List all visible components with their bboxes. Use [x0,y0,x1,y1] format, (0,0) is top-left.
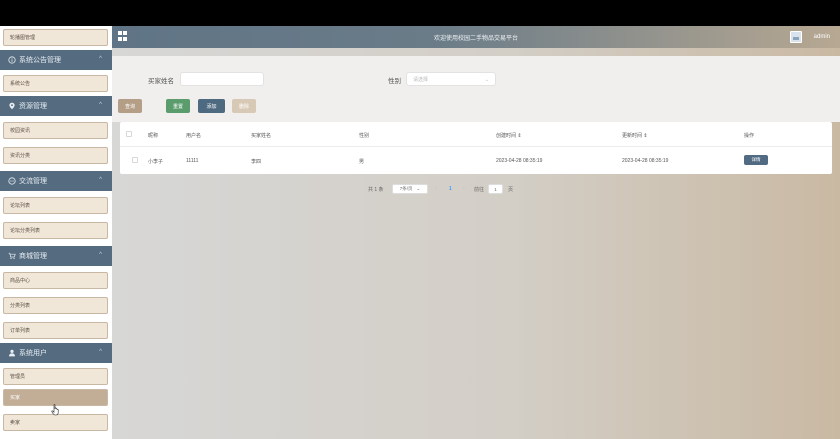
goto-label: 前往 [474,186,485,193]
sidebar-group-label: 资源管理 [19,103,47,110]
chevron-up-icon: ^ [99,349,102,355]
sidebar-group-label: 商城管理 [19,253,47,260]
sidebar-item-news-category[interactable]: 资讯分类 [3,147,108,164]
info-circle-icon [8,56,16,64]
sidebar-item-system-notice[interactable]: 系统公告 [3,75,108,92]
cell-created-time: 2023-04-28 08:35:19 [496,158,543,164]
chevron-up-icon: ^ [99,56,102,62]
sidebar-item-forum-category-list[interactable]: 论坛分类列表 [3,222,108,239]
column-header-created-time[interactable]: 创建时间 ⇕ [496,132,522,139]
gender-select[interactable]: 请选择 ⌄ [406,72,496,86]
cell-updated-time: 2023-04-28 08:35:19 [622,158,669,164]
sidebar-item-forum-list[interactable]: 论坛列表 [3,197,108,214]
sidebar-item-order-list[interactable]: 订单列表 [3,322,108,339]
row-checkbox[interactable] [132,157,138,163]
header-divider [120,146,832,147]
sidebar-item-campus-news[interactable]: 校园资讯 [3,122,108,139]
chat-bubble-icon [8,177,16,185]
column-header-username: 用户名 [186,133,202,139]
column-header-updated-time[interactable]: 更新时间 ⇕ [622,132,648,139]
sidebar-item-carousel[interactable]: 轮播图管理 [3,29,108,46]
reset-button[interactable]: 重置 [166,99,190,113]
user-icon [8,349,16,357]
gender-select-placeholder: 请选择 [413,76,429,83]
goto-page-input[interactable]: 1 [488,184,503,194]
prev-page-icon[interactable]: ‹ [435,184,437,194]
add-button[interactable]: 添加 [198,99,225,113]
chevron-down-icon: ⌄ [416,186,421,191]
buyer-name-input[interactable] [180,72,264,86]
sidebar-group-label: 系统用户 [19,350,47,357]
search-panel: 买家姓名 性别 请选择 ⌄ 查询 重置 添加 删除 [112,56,840,122]
avatar[interactable] [790,31,802,43]
sidebar-item-product-center[interactable]: 商品中心 [3,272,108,289]
header-bar: 欢迎使用校园二手物品交易平台 admin [112,26,840,48]
sidebar-group-label: 交流管理 [19,178,47,185]
sidebar-group-system-user[interactable]: 系统用户 ^ [0,343,112,363]
buyer-name-label: 买家姓名 [148,78,174,85]
page-title: 欢迎使用校园二手物品交易平台 [433,36,518,42]
query-button[interactable]: 查询 [118,99,142,113]
gender-label: 性别 [388,78,401,85]
pagination: 共 1 条 7条/页 ⌄ ‹ 1 › 前往 1 页 [112,184,840,196]
delete-button[interactable]: 删除 [232,99,256,113]
column-header-action: 操作 [744,133,755,139]
page-unit-label: 页 [508,186,514,193]
cell-buyer-name: 李四 [251,159,262,165]
cell-nickname: 小李子 [148,159,164,165]
page-number-current[interactable]: 1 [449,184,452,194]
sidebar-item-admin[interactable]: 管理员 [3,368,108,385]
page-size-select[interactable]: 7条/页 ⌄ [392,184,428,194]
sidebar: 轮播图管理 系统公告管理 ^ 系统公告 资源管理 ^ 校园资讯 资讯分类 交流管… [0,26,112,439]
next-page-icon[interactable]: › [463,184,465,194]
location-pin-icon [8,102,16,110]
sidebar-item-category-list[interactable]: 分类列表 [3,297,108,314]
chevron-up-icon: ^ [99,102,102,108]
detail-button[interactable]: 详情 [744,155,768,165]
chevron-down-icon: ⌄ [484,77,489,83]
chevron-up-icon: ^ [99,252,102,258]
sidebar-group-communication[interactable]: 交流管理 ^ [0,171,112,191]
sidebar-group-label: 系统公告管理 [19,57,61,64]
pagination-total: 共 1 条 [368,186,384,193]
sidebar-group-notice[interactable]: 系统公告管理 ^ [0,50,112,70]
select-all-checkbox[interactable] [126,131,132,137]
buyer-table: 昵称 用户名 买家姓名 性别 创建时间 ⇕ 更新时间 ⇕ 操作 小李子 1111… [120,122,832,174]
cell-gender: 男 [359,159,365,165]
column-header-gender: 性别 [359,133,370,139]
cart-icon [8,252,16,260]
page-size-value: 7条/页 [399,186,413,191]
hand-cursor-icon [51,404,59,416]
sidebar-group-resource[interactable]: 资源管理 ^ [0,96,112,116]
sidebar-item-seller[interactable]: 卖家 [3,414,108,431]
cell-username: 11111 [186,158,199,164]
username-label[interactable]: admin [814,34,830,40]
column-header-buyer-name: 买家姓名 [251,133,272,139]
main-content: 买家姓名 性别 请选择 ⌄ 查询 重置 添加 删除 昵称 用户名 买家姓名 性别… [112,48,840,439]
chevron-up-icon: ^ [99,177,102,183]
column-header-nickname: 昵称 [148,133,159,139]
sidebar-group-mall[interactable]: 商城管理 ^ [0,246,112,266]
top-black-bar [0,0,840,26]
